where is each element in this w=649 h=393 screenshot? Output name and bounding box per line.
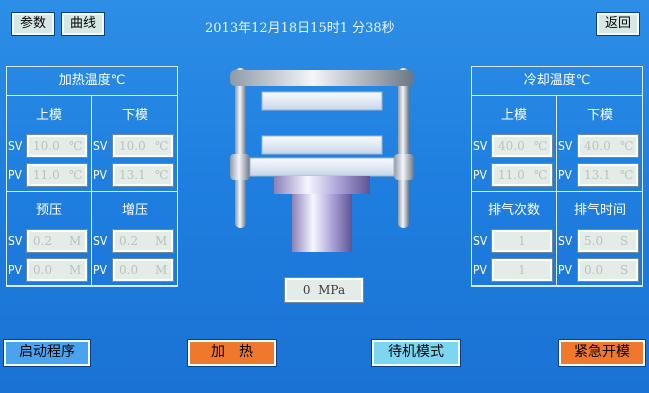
top-crossbar	[230, 70, 414, 86]
sv-label: SV	[473, 139, 488, 153]
press-machine-illustration	[230, 68, 414, 252]
heating-upper-pv-field: 11.0 ℃	[26, 163, 88, 187]
heating-panel: 加热温度℃ 上模 下模 SV 10.0 ℃ SV 10.0 ℃ PV 11.0 ℃ P…	[6, 66, 178, 287]
curve-button[interactable]: 曲线	[61, 12, 105, 36]
emergency-open-button[interactable]: 紧急开模	[558, 339, 646, 367]
pv-label: PV	[93, 168, 107, 182]
pv-label: PV	[93, 263, 107, 277]
heating-upper-sv-field[interactable]: 10.0 ℃	[26, 134, 88, 158]
sv-label: SV	[93, 139, 108, 153]
exhaust-time-pv-field: 0.0 S	[577, 258, 639, 282]
back-button[interactable]: 返回	[596, 12, 640, 36]
sv-label: SV	[558, 139, 573, 153]
cooling-lower-sv-field[interactable]: 40.0 ℃	[577, 134, 639, 158]
sv-label: SV	[8, 234, 23, 248]
right-column	[398, 68, 409, 228]
pv-label: PV	[473, 168, 487, 182]
sv-label: SV	[473, 234, 488, 248]
boost-pv-field: 0.0 M	[112, 258, 174, 282]
lower-mold-plate-top	[261, 135, 383, 155]
cooling-panel: 冷却温度℃ 上模 下模 SV 40.0 ℃ SV 40.0 ℃ PV 11.0 ℃ P…	[471, 66, 643, 287]
heating-upper-header: 上模	[35, 108, 62, 123]
pressure-readout: 0 MPa	[284, 277, 364, 303]
datetime-display: 2013年12月18日15时1 分38秒	[205, 21, 395, 36]
cooling-lower-pv-field: 13.1 ℃	[577, 163, 639, 187]
boost-sv-field[interactable]: 0.2 M	[112, 229, 174, 253]
pressure-value: 0	[302, 283, 311, 297]
start-program-button[interactable]: 启动程序	[3, 339, 91, 367]
params-button[interactable]: 参数	[11, 12, 55, 36]
sv-label: SV	[558, 234, 573, 248]
exhaust-count-header: 排气次数	[487, 203, 540, 218]
heating-lower-header: 下模	[121, 108, 148, 123]
heating-lower-sv-field[interactable]: 10.0 ℃	[112, 134, 174, 158]
pv-label: PV	[8, 263, 22, 277]
heating-lower-pv-field: 13.1 ℃	[112, 163, 174, 187]
exhaust-count-sv-field[interactable]: 1	[491, 229, 553, 253]
cooling-lower-header: 下模	[586, 108, 613, 123]
prepress-header: 预压	[35, 203, 62, 218]
lower-mold-plate	[249, 157, 395, 177]
pv-label: PV	[558, 168, 572, 182]
cooling-upper-header: 上模	[500, 108, 527, 123]
left-collar	[230, 154, 250, 180]
exhaust-time-sv-field[interactable]: 5.0 S	[577, 229, 639, 253]
heat-button[interactable]: 加 热	[187, 339, 277, 367]
standby-mode-button[interactable]: 待机模式	[371, 339, 461, 367]
cooling-title: 冷却温度℃	[471, 66, 643, 96]
sv-label: SV	[8, 139, 23, 153]
cooling-upper-sv-field[interactable]: 40.0 ℃	[491, 134, 553, 158]
left-column	[235, 68, 246, 228]
prepress-pv-field: 0.0 M	[26, 258, 88, 282]
cooling-upper-pv-field: 11.0 ℃	[491, 163, 553, 187]
heating-title: 加热温度℃	[6, 66, 178, 96]
pv-label: PV	[558, 263, 572, 277]
right-collar	[394, 154, 414, 180]
hydraulic-cylinder	[292, 194, 352, 252]
boost-header: 增压	[121, 203, 148, 218]
prepress-sv-field[interactable]: 0.2 M	[26, 229, 88, 253]
pressure-unit: MPa	[318, 283, 346, 297]
exhaust-count-pv-field: 1	[491, 258, 553, 282]
sv-label: SV	[93, 234, 108, 248]
cylinder-flange	[274, 176, 370, 194]
upper-mold-plate	[261, 91, 383, 111]
pv-label: PV	[8, 168, 22, 182]
pv-label: PV	[473, 263, 487, 277]
exhaust-time-header: 排气时间	[573, 203, 626, 218]
